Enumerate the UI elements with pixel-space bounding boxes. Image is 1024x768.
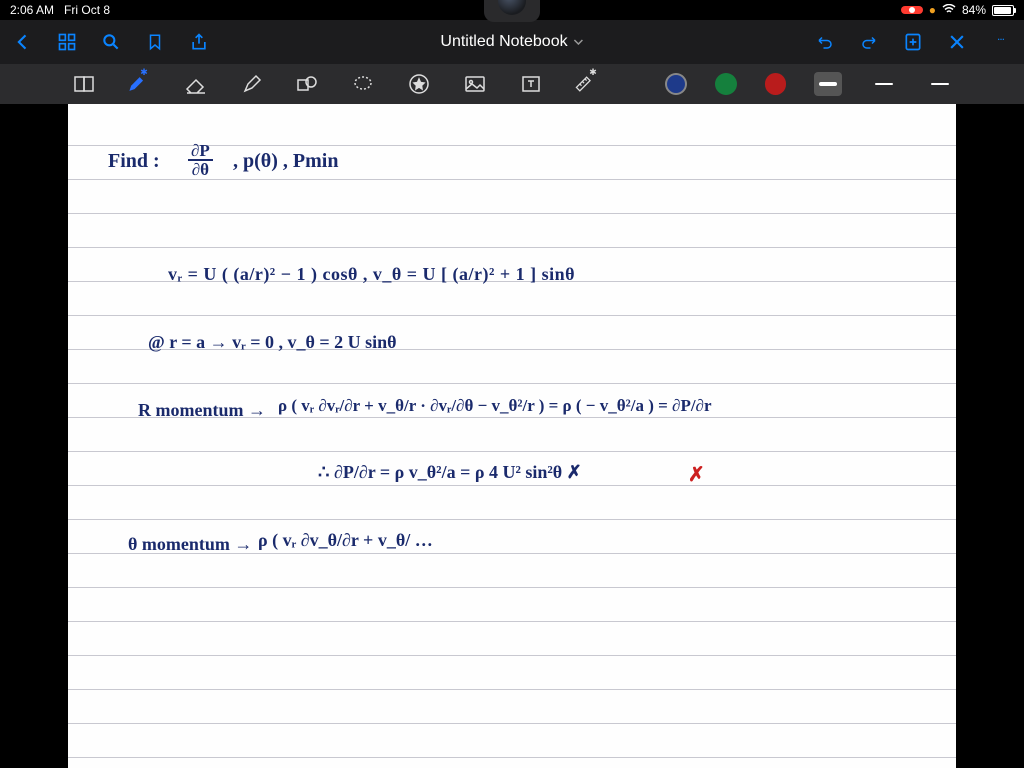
clock: 2:06 AM: [10, 3, 54, 17]
grid-view-button[interactable]: [56, 31, 78, 53]
shape-tool[interactable]: [294, 70, 322, 98]
note-line-2: vᵣ = U ( (a/r)² − 1 ) cosθ , v_θ = U [ (…: [168, 264, 575, 285]
stroke-thin[interactable]: [926, 72, 954, 96]
add-page-button[interactable]: [902, 31, 924, 53]
note-line-1c: , p(θ) , Pmin: [233, 150, 338, 173]
eraser-tool[interactable]: [182, 70, 210, 98]
stroke-thick[interactable]: [814, 72, 842, 96]
battery-percent: 84%: [962, 3, 986, 17]
note-line-6a: θ momentum →: [128, 534, 252, 555]
recording-indicator[interactable]: [901, 6, 923, 14]
wifi-icon: [942, 3, 956, 17]
stroke-medium[interactable]: [870, 72, 898, 96]
orientation-lock-icon: ●: [929, 3, 936, 17]
ruled-lines: [68, 104, 956, 768]
chevron-down-icon: [574, 39, 584, 45]
highlighter-tool[interactable]: [238, 70, 266, 98]
close-button[interactable]: [946, 31, 968, 53]
color-green[interactable]: [715, 73, 737, 95]
note-line-4a: R momentum →: [138, 400, 266, 421]
ruler-tool[interactable]: ✱: [573, 70, 601, 98]
note-line-4b: ρ ( vᵣ ∂vᵣ/∂r + v_θ/r · ∂vᵣ/∂θ − v_θ²/r …: [278, 396, 712, 416]
search-button[interactable]: [100, 31, 122, 53]
note-line-5: ∴ ∂P/∂r = ρ v_θ²/a = ρ 4 U² sin²θ ✗: [318, 462, 582, 483]
date: Fri Oct 8: [64, 3, 110, 17]
red-cross-mark: ✗: [688, 462, 705, 487]
share-button[interactable]: [188, 31, 210, 53]
camera-overlay: [484, 0, 540, 22]
note-line-6b: ρ ( vᵣ ∂v_θ/∂r + v_θ/ …: [258, 530, 433, 551]
top-nav: Untitled Notebook: [0, 20, 1024, 64]
favorites-tool[interactable]: [405, 70, 433, 98]
notebook-page[interactable]: Find : ∂P∂θ , p(θ) , Pmin vᵣ = U ( (a/r)…: [68, 104, 956, 768]
note-line-1b: ∂P∂θ: [188, 142, 213, 178]
document-title[interactable]: Untitled Notebook: [440, 33, 583, 51]
zoom-tool[interactable]: [70, 70, 98, 98]
battery-icon: [992, 5, 1014, 16]
pen-tool[interactable]: ✱: [126, 70, 154, 98]
image-tool[interactable]: [461, 70, 489, 98]
toolbar: ✱ ✱: [0, 64, 1024, 104]
back-button[interactable]: [12, 31, 34, 53]
color-red[interactable]: [765, 73, 787, 95]
undo-button[interactable]: [814, 31, 836, 53]
more-button[interactable]: [990, 31, 1012, 53]
color-blue[interactable]: [665, 73, 687, 95]
bookmark-button[interactable]: [144, 31, 166, 53]
lasso-tool[interactable]: [349, 70, 377, 98]
redo-button[interactable]: [858, 31, 880, 53]
note-line-3: @ r = a → vᵣ = 0 , v_θ = 2 U sinθ: [148, 332, 397, 353]
note-line-1a: Find :: [108, 150, 160, 173]
text-tool[interactable]: [517, 70, 545, 98]
